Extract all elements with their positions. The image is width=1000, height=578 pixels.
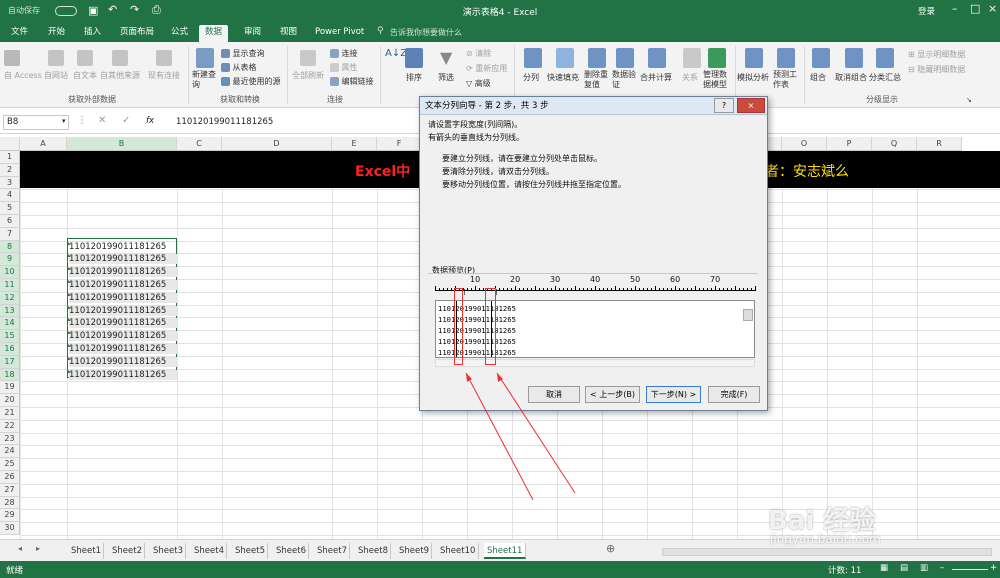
annotation-arrow-2 [496, 372, 576, 494]
baidu-watermark-url: jingyan.baidu.com [770, 532, 881, 546]
annotation-arrows [465, 372, 576, 501]
annotation-arrow-1 [465, 372, 534, 501]
annotation-arrowhead-1 [466, 373, 472, 382]
